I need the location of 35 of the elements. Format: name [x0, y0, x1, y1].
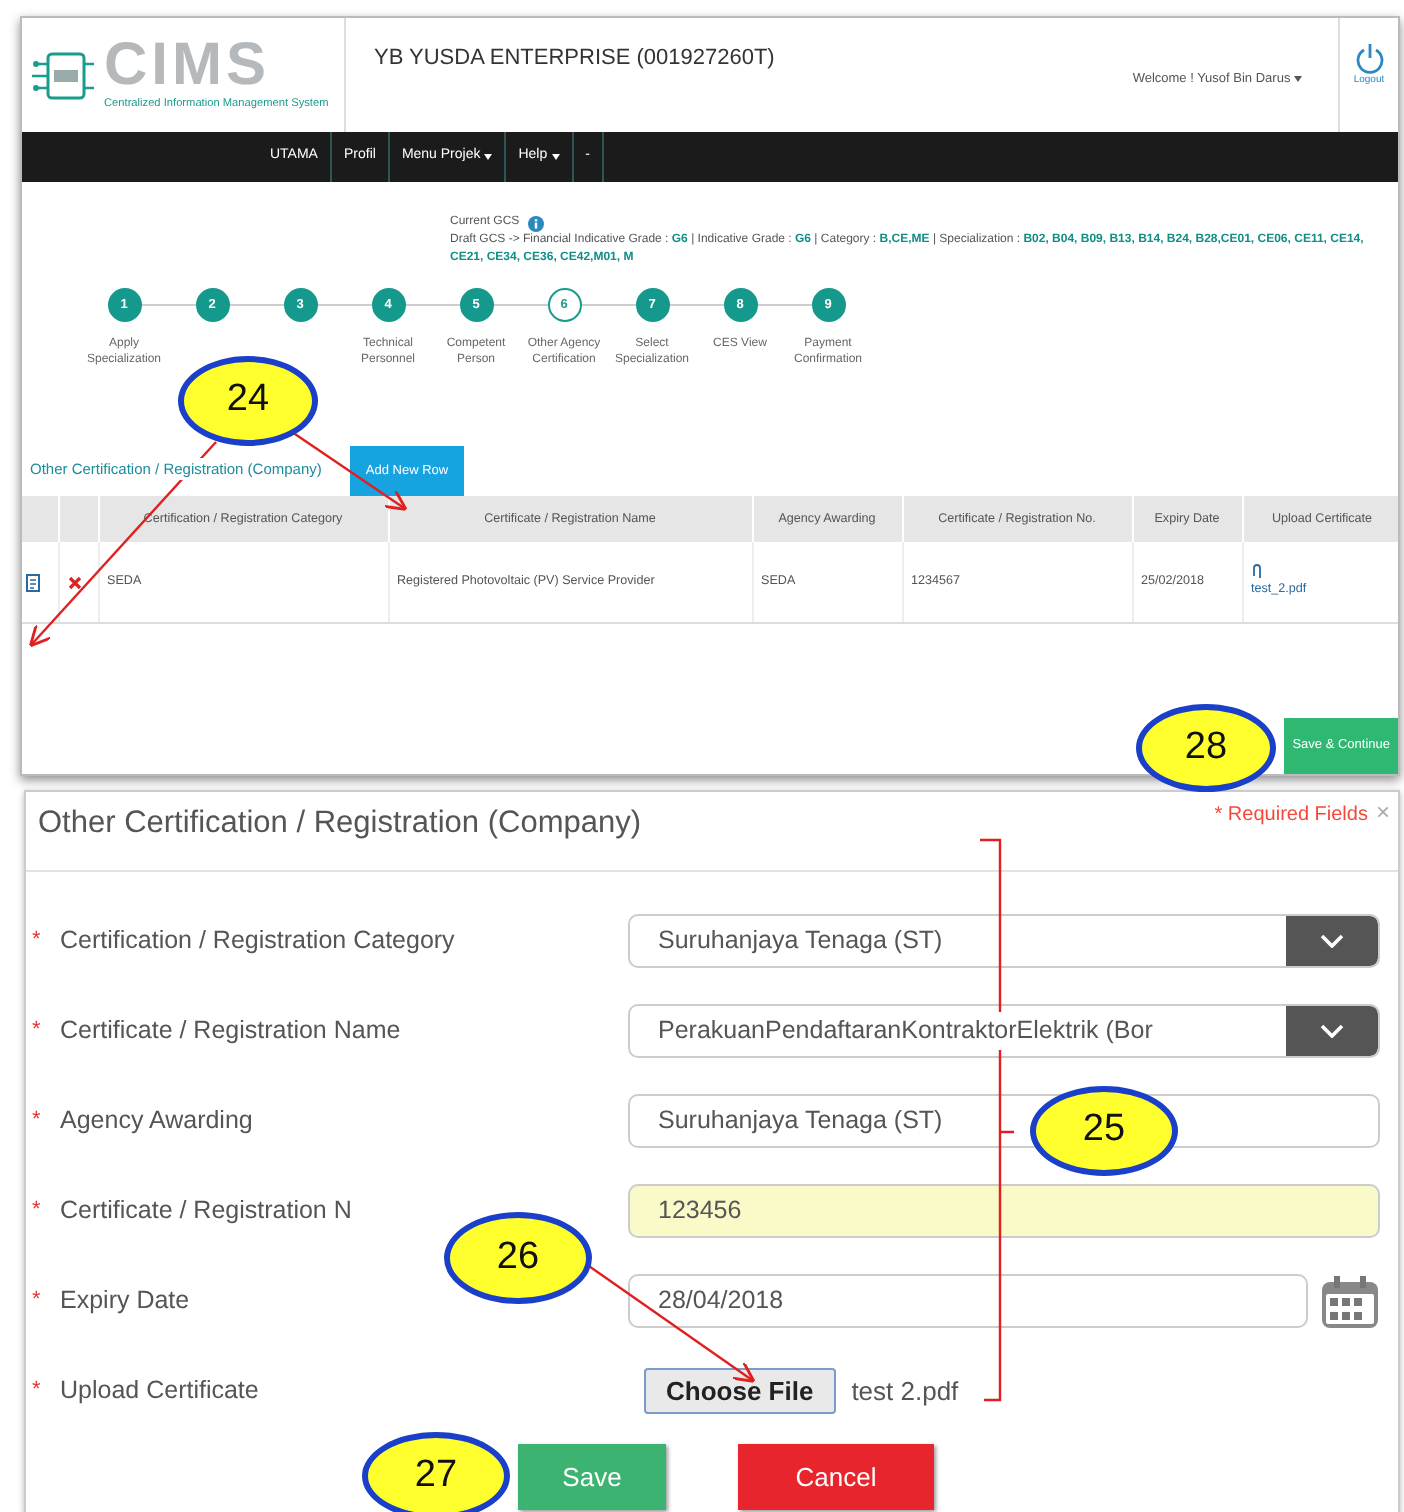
calendar-icon[interactable] — [1320, 1273, 1380, 1329]
required-mark: * — [32, 1106, 43, 1137]
cancel-button[interactable]: Cancel — [738, 1444, 934, 1510]
required-mark: * — [32, 1016, 43, 1047]
required-mark: * — [32, 1376, 43, 1407]
close-button[interactable]: × — [1375, 800, 1390, 824]
caret-icon — [484, 154, 493, 160]
field-label: Upload Certificate — [60, 1374, 259, 1409]
logo-title: CIMS — [104, 36, 270, 97]
info-icon[interactable] — [527, 215, 544, 231]
caret-icon — [1294, 76, 1302, 82]
date-field[interactable]: 28/04/2018 — [628, 1274, 1308, 1328]
field-label: Expiry Date — [60, 1284, 190, 1319]
caret-icon — [551, 154, 560, 160]
delete-icon[interactable] — [67, 575, 81, 590]
dropdown-field[interactable]: Suruhanjaya Tenaga (ST) — [628, 914, 1380, 968]
chevron-down-icon — [1320, 934, 1344, 948]
field-label: Certification / Registration Category — [60, 924, 455, 959]
choose-file-button[interactable]: Choose File — [644, 1367, 836, 1415]
required-mark: * — [32, 926, 43, 957]
dropdown-field[interactable]: PerakuanPendaftaranKontraktorElektrik (Bor — [628, 1004, 1380, 1058]
required-mark: * — [32, 1196, 43, 1227]
required-mark: * — [32, 1286, 43, 1317]
file-name: test 2.pdf — [851, 1373, 959, 1410]
field-label: Agency Awarding — [60, 1104, 253, 1139]
dialog-title: Other Certification / Registration (Company) — [38, 804, 642, 844]
save-button[interactable]: Save — [518, 1444, 666, 1510]
field-label: Certificate / Registration Name — [60, 1014, 401, 1049]
required-fields-note: * Required Fields — [1214, 802, 1368, 830]
field-label: Certificate / Registration N — [60, 1194, 352, 1229]
chevron-down-icon — [1320, 1024, 1344, 1038]
power-icon[interactable] — [1355, 42, 1383, 74]
company-name: YB YUSDA ENTERPRISE (001927260T) — [372, 44, 775, 74]
edit-icon[interactable] — [26, 573, 40, 592]
input-field[interactable]: 123456 — [628, 1184, 1380, 1238]
